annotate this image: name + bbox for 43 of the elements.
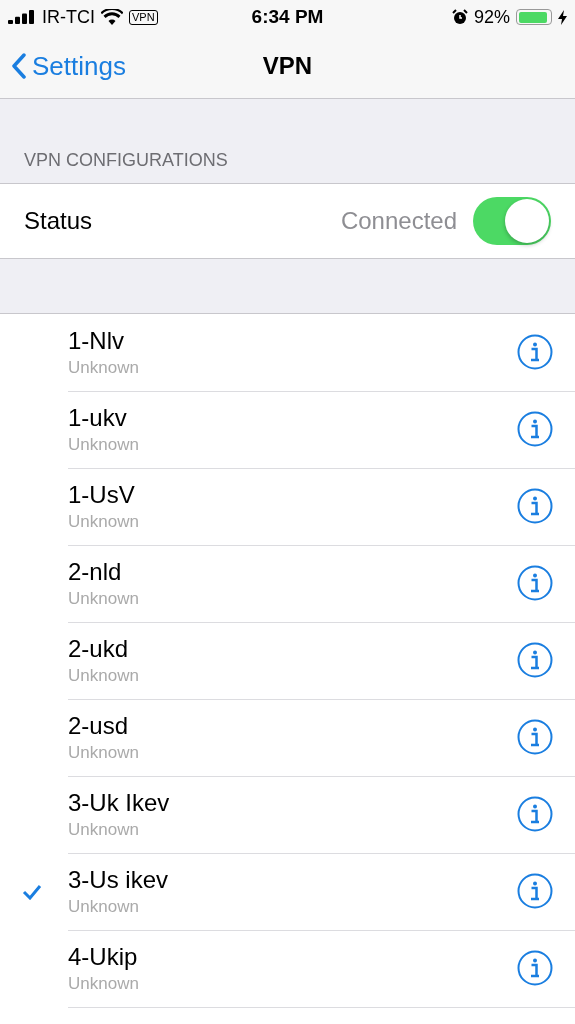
vpn-name[interactable]: 2-usd (68, 711, 517, 740)
carrier-name: IR-TCI (42, 6, 95, 28)
info-button[interactable] (517, 488, 553, 524)
vpn-status: Unknown (68, 665, 140, 686)
vpn-status: Unknown (68, 588, 140, 609)
status-value: Connected (340, 207, 457, 235)
info-button[interactable] (517, 950, 553, 986)
battery-icon (516, 9, 552, 25)
charging-bolt-icon (558, 9, 567, 25)
status-label: Status (24, 207, 94, 235)
vpn-name[interactable]: 3-Us ikev (68, 865, 517, 894)
back-button[interactable]: Settings (0, 50, 126, 82)
vpn-status: Unknown (68, 742, 140, 763)
vpn-name[interactable]: 1-ukv (68, 403, 517, 432)
vpn-status: Unknown (68, 511, 140, 532)
info-button[interactable] (517, 334, 553, 370)
vpn-name[interactable]: 1-UsV (68, 480, 517, 509)
status-toggle[interactable] (473, 197, 551, 245)
info-button[interactable] (517, 642, 553, 678)
vpn-name[interactable]: 4-Ukip (68, 942, 517, 971)
vpn-status: Unknown (68, 819, 140, 840)
vpn-status: Unknown (68, 434, 140, 455)
section-header: VPN CONFIGURATIONS (24, 150, 228, 171)
info-button[interactable] (517, 873, 553, 909)
vpn-badge: VPN (129, 9, 158, 25)
info-button[interactable] (517, 796, 553, 832)
vpn-name[interactable]: 2-nld (68, 557, 517, 586)
signal-icon (8, 10, 36, 24)
info-button[interactable] (517, 565, 553, 601)
wifi-icon (101, 9, 123, 25)
page-title: VPN (262, 52, 313, 80)
clock-time: 6:34 PM (251, 6, 324, 28)
info-button[interactable] (517, 719, 553, 755)
vpn-name[interactable]: 3-Uk Ikev (68, 788, 517, 817)
info-button[interactable] (517, 411, 553, 447)
vpn-status: Unknown (68, 896, 140, 917)
battery-percent: 92% (473, 6, 510, 28)
vpn-name[interactable]: 1-Nlv (68, 326, 517, 355)
vpn-status: Unknown (68, 973, 140, 994)
alarm-clock-icon (451, 9, 468, 25)
vpn-name[interactable]: 2-ukd (68, 634, 517, 663)
vpn-status: Unknown (68, 357, 140, 378)
back-chevron-icon (12, 53, 26, 79)
